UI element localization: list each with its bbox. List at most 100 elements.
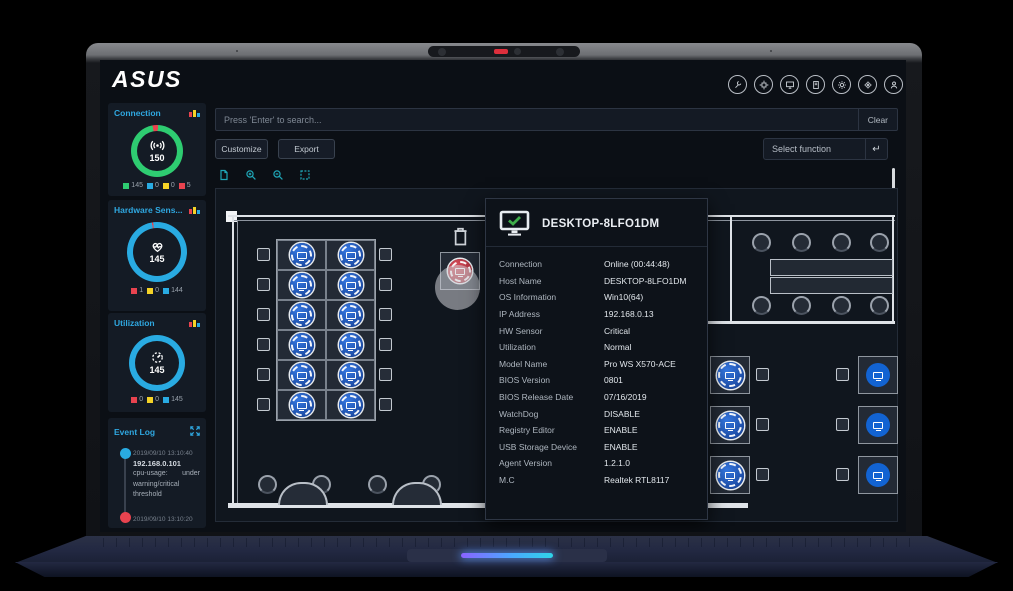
legend-item: 0 — [147, 287, 159, 294]
device-icon[interactable] — [290, 273, 314, 297]
deploy-icon[interactable] — [754, 75, 773, 94]
device-icon[interactable] — [717, 412, 744, 439]
desk-cell — [326, 390, 375, 420]
legend-item: 0 — [163, 182, 175, 189]
device-icon[interactable] — [290, 243, 314, 267]
monitor-glyph — [725, 372, 735, 379]
device-icon[interactable] — [339, 393, 363, 417]
search-input[interactable] — [216, 115, 858, 125]
desk-cell — [277, 300, 326, 330]
server-icon[interactable] — [806, 75, 825, 94]
device-icon[interactable] — [290, 393, 314, 417]
monitor-glyph — [346, 402, 356, 409]
expand-icon[interactable] — [190, 423, 200, 441]
connection-gauge[interactable]: 150 — [131, 125, 183, 177]
tooltip-row: UtilizationNormal — [499, 339, 694, 356]
device-icon[interactable] — [717, 362, 744, 389]
chair — [257, 398, 270, 411]
desk-cell — [326, 240, 375, 270]
gauge-legend: 10144 — [114, 287, 200, 294]
desk-cell — [326, 330, 375, 360]
microphone-hole — [770, 50, 772, 52]
gauge-legend: 145005 — [114, 182, 200, 189]
export-button[interactable]: Export — [278, 139, 335, 159]
device-icon[interactable] — [339, 243, 363, 267]
wrench-icon[interactable] — [728, 75, 747, 94]
select-function-label: Select function — [764, 144, 865, 154]
broadcast-icon — [150, 139, 165, 152]
round-chair — [368, 475, 387, 494]
account-icon[interactable] — [884, 75, 903, 94]
panel-title: Hardware Sens... — [114, 205, 183, 215]
camera-sensor-icon — [514, 48, 521, 55]
monitor-glyph — [297, 342, 307, 349]
event-time: 2019/09/10 13:10:20 — [133, 514, 200, 523]
chair — [379, 338, 392, 351]
trash-icon[interactable] — [452, 225, 469, 252]
device-icon[interactable] — [717, 462, 744, 489]
tooltip-row: BIOS Version0801 — [499, 372, 694, 389]
legend-item: 0 — [147, 396, 159, 403]
wall-left — [232, 215, 234, 507]
device-icon[interactable] — [339, 273, 363, 297]
chair — [836, 368, 849, 381]
gauge-value: 145 — [149, 365, 164, 375]
event-log-panel: Event Log 2019/09/10 13:10:40 192.168.0.… — [108, 418, 206, 528]
select-function-dropdown[interactable]: Select function ↵ — [763, 138, 888, 160]
laptop-front-edge — [15, 562, 998, 577]
wall-left-inner — [237, 220, 238, 507]
device-icon[interactable] — [339, 333, 363, 357]
customize-button[interactable]: Customize — [215, 139, 268, 159]
device-icon[interactable] — [866, 463, 890, 487]
zoom-in-icon[interactable] — [245, 168, 257, 186]
mini-chart-icon — [189, 319, 200, 327]
round-chair — [792, 233, 811, 252]
monitor-glyph — [725, 422, 735, 429]
hinge-light-bar — [461, 553, 553, 558]
clear-button[interactable]: Clear — [858, 109, 897, 130]
tooltip-row: Registry EditorENABLE — [499, 422, 694, 439]
chair — [756, 418, 769, 431]
zoom-out-icon[interactable] — [272, 168, 284, 186]
event-status-dot — [120, 512, 131, 523]
chair — [379, 398, 392, 411]
device-desk — [858, 456, 898, 494]
monitor-glyph — [346, 282, 356, 289]
display-icon[interactable] — [780, 75, 799, 94]
mini-chart-icon — [189, 206, 200, 214]
device-icon[interactable] — [866, 413, 890, 437]
event-item[interactable]: 2019/09/10 13:10:20 — [133, 514, 200, 523]
file-icon[interactable] — [218, 168, 230, 186]
monitor-glyph — [346, 252, 356, 259]
select-rect-icon[interactable] — [299, 168, 311, 186]
device-desk — [710, 406, 750, 444]
desk-cell — [277, 390, 326, 420]
device-icon[interactable] — [339, 303, 363, 327]
connection-panel: Connection 150 145005 — [108, 103, 206, 196]
device-icon[interactable] — [866, 363, 890, 387]
event-timeline: 2019/09/10 13:10:40 192.168.0.101 cpu-us… — [120, 448, 200, 523]
tooltip-rows: ConnectionOnline (00:44:48)Host NameDESK… — [486, 247, 707, 497]
wall-meeting-bottom — [705, 321, 895, 324]
tooltip-row: USB Storage DeviceENABLE — [499, 439, 694, 456]
utilization-gauge[interactable]: 145 — [129, 335, 185, 391]
hardware-sensor-gauge[interactable]: 145 — [127, 222, 187, 282]
tooltip-row: OS InformationWin10(64) — [499, 289, 694, 306]
tooltip-row: IP Address192.168.0.13 — [499, 306, 694, 323]
gauge-value: 150 — [149, 153, 164, 163]
event-item[interactable]: 2019/09/10 13:10:40 192.168.0.101 cpu-us… — [133, 448, 200, 501]
device-icon[interactable] — [290, 303, 314, 327]
device-icon[interactable] — [290, 363, 314, 387]
device-icon[interactable] — [290, 333, 314, 357]
legend-item: 0 — [147, 182, 159, 189]
gear-icon[interactable] — [832, 75, 851, 94]
settings-gear-icon[interactable] — [858, 75, 877, 94]
wall-meeting-left — [730, 215, 732, 323]
heart-pulse-icon — [150, 240, 165, 253]
camera-lens-icon — [556, 48, 564, 56]
device-desk — [858, 406, 898, 444]
tooltip-row: BIOS Release Date07/16/2019 — [499, 389, 694, 406]
monitor-check-icon — [499, 210, 530, 237]
round-chair — [870, 296, 889, 315]
device-icon[interactable] — [339, 363, 363, 387]
